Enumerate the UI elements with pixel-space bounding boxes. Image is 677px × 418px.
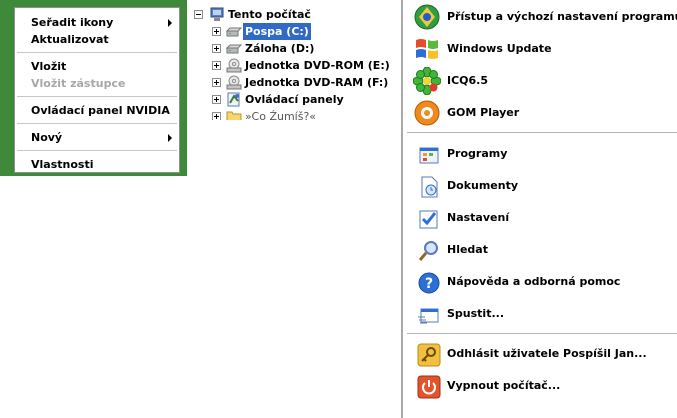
menu-item-properties[interactable]: Vlastnosti [15, 156, 179, 173]
start-item-documents[interactable]: Dokumenty [409, 170, 675, 200]
menu-item-paste[interactable]: Vložit [15, 58, 179, 75]
search-icon [418, 241, 438, 261]
start-item-help[interactable]: ? Nápověda a odborná pomoc [409, 266, 675, 296]
menu-separator [17, 123, 177, 124]
start-item-label: GOM Player [447, 106, 520, 119]
menu-item-label: Nový [31, 131, 63, 144]
help-icon: ? [418, 272, 440, 294]
submenu-arrow-icon [168, 19, 172, 27]
expand-toggle[interactable] [212, 95, 221, 104]
svg-text:?: ? [425, 276, 433, 292]
tree-label: Záloha (D:) [245, 42, 315, 55]
menu-item-nvidia-control-panel[interactable]: Ovládací panel NVIDIA [15, 102, 179, 119]
logoff-key-icon [417, 343, 441, 367]
start-item-settings[interactable]: Nastavení [409, 202, 675, 232]
start-menu-separator [407, 132, 677, 133]
expand-toggle[interactable] [212, 27, 221, 36]
start-item-label: Dokumenty [447, 179, 519, 192]
start-item-program-access[interactable]: Přístup a výchozí nastavení programů [409, 1, 677, 31]
tree-label: »Co Źumíš?« [245, 110, 317, 120]
tree-label: Ovládací panely [245, 93, 344, 106]
start-item-programs[interactable]: Programy [409, 138, 675, 168]
submenu-arrow-icon [168, 134, 172, 142]
program-access-icon [414, 4, 440, 30]
programs-icon [419, 147, 439, 164]
start-item-icq[interactable]: ICQ6.5 [409, 65, 675, 95]
hard-drive-icon [226, 27, 242, 37]
tree-node-drive-d[interactable]: Záloha (D:) [190, 40, 395, 57]
start-item-search[interactable]: Hledat [409, 234, 675, 264]
start-item-label: Nastavení [447, 211, 510, 224]
dvd-drive-icon [226, 58, 242, 73]
hard-drive-icon [226, 44, 242, 54]
folder-icon [226, 111, 242, 120]
start-item-windows-update[interactable]: Windows Update [409, 33, 675, 63]
windows-update-icon [416, 39, 438, 59]
start-item-label: Odhlásit uživatele Pospíšil Jan... [447, 347, 647, 360]
dvd-drive-icon [226, 75, 242, 90]
start-menu-separator [407, 333, 677, 334]
expand-toggle[interactable] [212, 44, 221, 53]
start-item-log-off[interactable]: Odhlásit uživatele Pospíšil Jan... [409, 338, 675, 368]
tree-label: Tento počítač [228, 8, 311, 21]
start-item-label: Nápověda a odborná pomoc [447, 275, 621, 288]
start-item-label: Vypnout počítač... [447, 379, 561, 392]
menu-item-paste-shortcut: Vložit zástupce [15, 75, 179, 92]
tree-node-my-computer[interactable]: Tento počítač [190, 6, 395, 23]
icq-flower-icon [413, 67, 441, 95]
collapse-toggle[interactable] [194, 10, 203, 19]
control-panel-icon [227, 92, 240, 107]
menu-separator [17, 96, 177, 97]
menu-item-refresh[interactable]: Aktualizovat [15, 31, 179, 48]
documents-icon [421, 176, 438, 198]
menu-separator [17, 150, 177, 151]
menu-item-arrange-icons[interactable]: Seřadit ikony [15, 14, 179, 31]
menu-item-label: Aktualizovat [31, 33, 109, 46]
start-item-run[interactable]: Spustit... [409, 298, 675, 328]
start-menu-pane: Přístup a výchozí nastavení programů Win… [401, 0, 677, 418]
computer-icon [210, 7, 224, 21]
menu-item-label: Vložit [31, 60, 67, 73]
settings-icon [419, 210, 438, 229]
run-icon [418, 308, 439, 324]
gom-player-icon [414, 100, 440, 126]
tree-node-drive-f[interactable]: Jednotka DVD-RAM (F:) [190, 74, 395, 91]
start-item-label: Přístup a výchozí nastavení programů [447, 10, 677, 23]
menu-item-label: Vložit zástupce [31, 77, 126, 90]
start-item-shut-down[interactable]: Vypnout počítač... [409, 370, 675, 400]
menu-separator [17, 52, 177, 53]
tree-node-control-panel[interactable]: Ovládací panely [190, 91, 395, 108]
power-icon [417, 375, 441, 399]
menu-item-label: Seřadit ikony [31, 16, 114, 29]
tree-label: Jednotka DVD-ROM (E:) [245, 59, 390, 72]
start-item-label: Programy [447, 147, 508, 160]
expand-toggle[interactable] [212, 61, 221, 70]
start-item-label: Spustit... [447, 307, 504, 320]
tree-node-folder[interactable]: »Co Źumíš?« [190, 108, 395, 120]
start-item-gom-player[interactable]: GOM Player [409, 97, 675, 127]
desktop-context-menu: Seřadit ikony Aktualizovat Vložit Vložit… [14, 7, 180, 173]
tree-node-drive-e[interactable]: Jednotka DVD-ROM (E:) [190, 57, 395, 74]
menu-item-label: Ovládací panel NVIDIA [31, 104, 170, 117]
expand-toggle[interactable] [212, 78, 221, 87]
start-item-label: Hledat [447, 243, 488, 256]
folder-tree: Tento počítač Pospa (C:) Záloha (D:) Jed… [190, 5, 395, 120]
tree-node-drive-c[interactable]: Pospa (C:) [190, 23, 395, 40]
tree-label: Jednotka DVD-RAM (F:) [245, 76, 389, 89]
menu-item-label: Vlastnosti [31, 158, 94, 171]
tree-label: Pospa (C:) [243, 23, 311, 40]
start-item-label: Windows Update [447, 42, 552, 55]
expand-toggle[interactable] [212, 112, 221, 120]
menu-item-new[interactable]: Nový [15, 129, 179, 146]
start-item-label: ICQ6.5 [447, 74, 489, 87]
